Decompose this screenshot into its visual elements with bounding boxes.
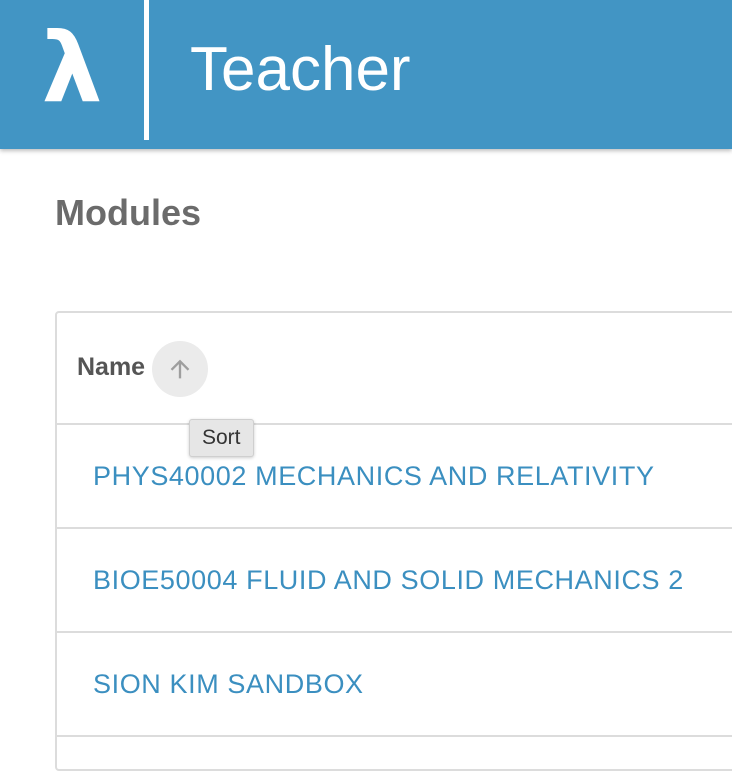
modules-table: Name Sort PHYS40002 MECHANICS AND RELATI… [55, 311, 732, 771]
arrow-up-icon [170, 359, 190, 379]
lambda-logo-icon[interactable]: λ [30, 12, 114, 124]
table-row: BIOE50004 FLUID AND SOLID MECHANICS 2 [57, 529, 732, 633]
module-link[interactable]: PHYS40002 MECHANICS AND RELATIVITY [93, 459, 655, 493]
sort-button[interactable] [152, 341, 208, 397]
table-row: PHYS40002 MECHANICS AND RELATIVITY [57, 425, 732, 529]
header-divider [144, 0, 149, 140]
app-header: λ Teacher [0, 0, 732, 149]
module-link[interactable]: BIOE50004 FLUID AND SOLID MECHANICS 2 [93, 563, 684, 597]
module-link[interactable]: SION KIM SANDBOX [93, 667, 364, 701]
sort-tooltip: Sort [189, 419, 254, 457]
table-header-row: Name [57, 313, 732, 425]
app-title: Teacher [190, 35, 411, 104]
table-row: SION KIM SANDBOX [57, 633, 732, 737]
page-title: Modules [55, 192, 202, 233]
column-header-name[interactable]: Name [77, 351, 145, 383]
